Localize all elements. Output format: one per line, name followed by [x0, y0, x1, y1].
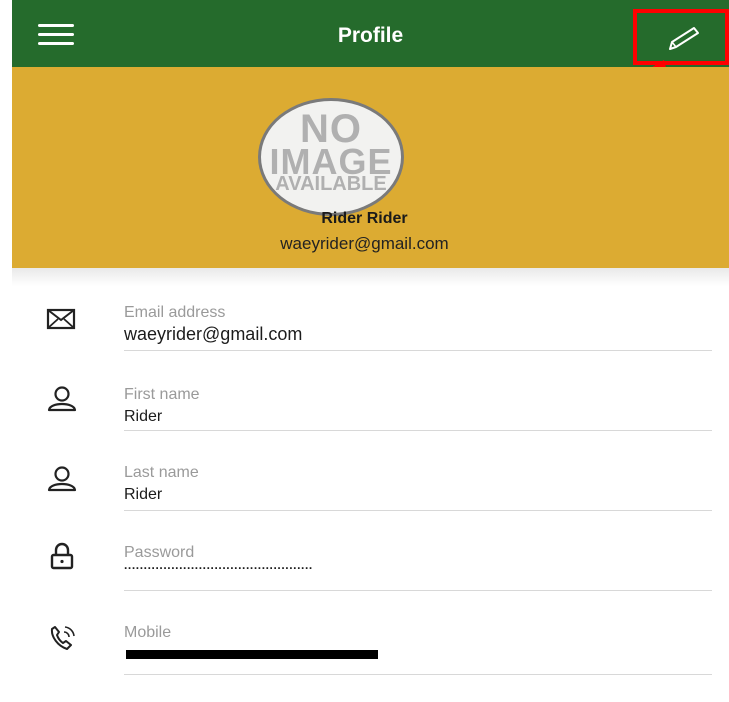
lock-icon: [50, 542, 74, 570]
person-icon: [47, 386, 77, 412]
person-icon: [47, 466, 77, 492]
mobile-field[interactable]: Mobile: [0, 622, 729, 702]
field-underline: [124, 590, 712, 591]
field-value: Rider: [124, 408, 163, 425]
app-bar: Profile: [12, 0, 729, 67]
avatar-text-line: AVAILABLE: [275, 173, 387, 195]
email-field[interactable]: Email address waeyrider@gmail.com: [0, 298, 729, 378]
avatar[interactable]: NO IMAGE AVAILABLE: [258, 98, 404, 216]
last-name-field[interactable]: Last name Rider: [0, 462, 729, 542]
page-title: Profile: [337, 24, 404, 47]
mobile-value-redacted: [126, 650, 378, 659]
password-value: ........................................…: [124, 558, 313, 572]
field-underline: [124, 674, 712, 675]
first-name-field[interactable]: First name Rider: [0, 382, 729, 462]
field-value: Rider: [124, 486, 163, 503]
field-value: waeyrider@gmail.com: [124, 324, 303, 344]
field-underline: [124, 510, 712, 511]
field-label: First name: [124, 386, 200, 403]
envelope-icon: [46, 308, 76, 330]
field-label: Email address: [124, 304, 226, 321]
phone-icon: [50, 626, 75, 650]
field-underline: [124, 350, 712, 351]
profile-name: Rider Rider: [321, 210, 408, 227]
banner-shadow: [12, 268, 729, 286]
field-label: Last name: [124, 464, 199, 481]
pencil-icon: [669, 27, 699, 50]
edit-profile-button[interactable]: [633, 9, 729, 65]
field-label: Mobile: [124, 624, 172, 641]
password-field[interactable]: Password ...............................…: [0, 542, 729, 622]
profile-email: waeyrider@gmail.com: [280, 234, 449, 253]
field-underline: [124, 430, 712, 431]
